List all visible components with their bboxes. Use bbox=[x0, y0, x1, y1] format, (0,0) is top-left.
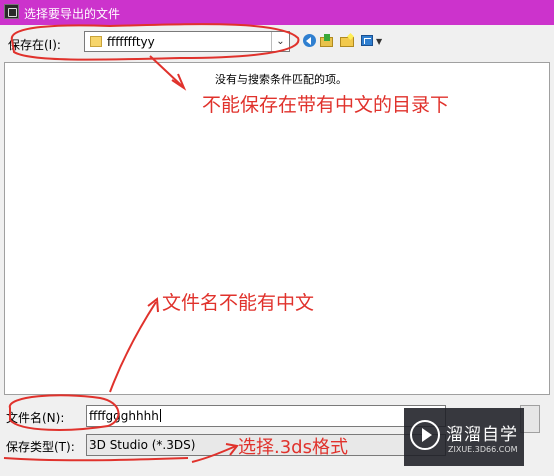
annotation-arrow-3 bbox=[191, 445, 237, 463]
annotation-arrow-1 bbox=[149, 55, 183, 87]
annotation-note-3: 选择.3ds格式 bbox=[238, 437, 348, 458]
annotation-circle-save-in bbox=[10, 23, 300, 61]
watermark-brand: 溜溜自学 bbox=[446, 425, 518, 445]
annotation-circle-file-name bbox=[8, 394, 120, 431]
annotation-note-1: 不能保存在带有中文的目录下 bbox=[202, 94, 450, 116]
watermark-url: ZIXUE.3D66.COM bbox=[448, 445, 518, 454]
annotation-layer bbox=[3, 23, 300, 463]
annotation-note-2: 文件名不能有中文 bbox=[162, 292, 315, 314]
play-icon bbox=[410, 420, 440, 450]
annotation-arrow-2 bbox=[109, 301, 157, 393]
annotation-underline-type bbox=[3, 457, 189, 462]
watermark-logo: 溜溜自学 ZIXUE.3D66.COM bbox=[404, 408, 524, 466]
